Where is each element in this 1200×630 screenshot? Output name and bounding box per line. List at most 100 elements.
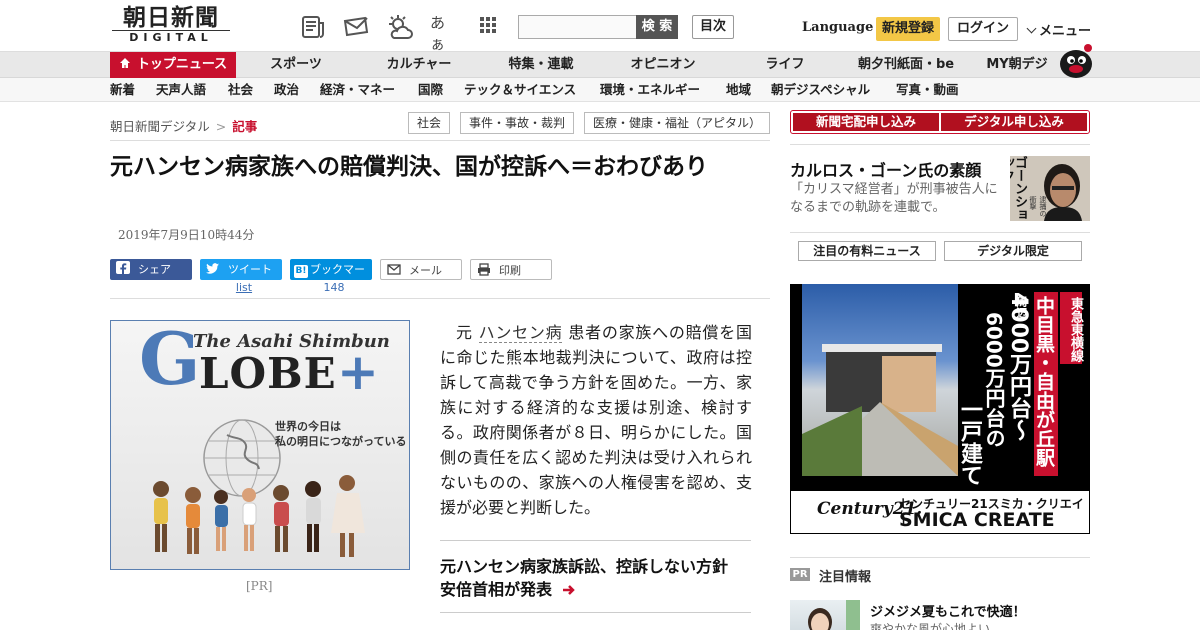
hatena-bookmark-button[interactable]: B! ブックマーク xyxy=(290,259,372,297)
globe-brand-plus: + xyxy=(337,343,379,401)
tag-incidents[interactable]: 事件・事故・裁判 xyxy=(460,112,574,134)
nav-my-asadigi[interactable]: MY朝デジ xyxy=(982,52,1052,78)
print-button[interactable]: 印刷 xyxy=(470,259,552,280)
nav-politics[interactable]: 政治 xyxy=(274,78,299,102)
font-size-icon[interactable]: あぁ xyxy=(430,12,456,53)
divider xyxy=(110,140,770,141)
twitter-icon xyxy=(206,261,220,274)
nav-features[interactable]: 特集・連載 xyxy=(500,52,582,78)
article-title: 元ハンセン病家族への賠償判決、国が控訴へ＝おわびあり xyxy=(110,154,708,180)
breadcrumb: 朝日新聞デジタル > 記事 xyxy=(110,116,257,135)
ad-line-1: 東急東横線 xyxy=(1060,292,1083,364)
nav-photo-video[interactable]: 写真・動画 xyxy=(896,78,959,102)
divider xyxy=(440,540,751,541)
nav-economy[interactable]: 経済・マネー xyxy=(320,78,395,102)
arrow-right-icon xyxy=(562,580,576,603)
article-body: 元 ハンセン病 患者の家族への賠償を国に命じた熊本地裁判決について、政府は控訴し… xyxy=(440,320,752,520)
nav-society[interactable]: 社会 xyxy=(228,78,253,102)
hatena-count[interactable]: 148 xyxy=(290,281,378,294)
nav-tenseijingo[interactable]: 天声人語 xyxy=(156,78,206,102)
nav-opinion[interactable]: オピニオン xyxy=(622,52,704,78)
mascot-icon[interactable] xyxy=(1054,42,1094,78)
nav-latest[interactable]: 新着 xyxy=(110,78,135,102)
site-logo[interactable]: 朝日新聞 DIGITAL xyxy=(112,6,230,46)
menu-button[interactable]: メニュー xyxy=(1026,20,1091,39)
house-photo xyxy=(802,284,958,476)
tag-society[interactable]: 社会 xyxy=(408,112,450,134)
tag-health[interactable]: 医療・健康・福祉（アピタル） xyxy=(584,112,770,134)
ad-line-3: 4000万円台～ xyxy=(1006,292,1031,442)
globe-tagline-1: 世界の今日は xyxy=(275,420,341,433)
feature-image[interactable]: ゴーンショック 逮捕の衝撃 xyxy=(1010,156,1090,221)
keyword-link[interactable]: ハンセン病 xyxy=(478,323,563,343)
login-button[interactable]: ログイン xyxy=(948,17,1018,41)
mail-share-button[interactable]: メール xyxy=(380,259,462,280)
twitter-share-button[interactable]: ツイート xyxy=(200,259,282,280)
divider xyxy=(110,298,770,299)
tab-digital-only[interactable]: デジタル限定 xyxy=(944,241,1082,261)
nav-life[interactable]: ライフ xyxy=(756,52,814,78)
newspaper-icon[interactable] xyxy=(300,14,326,40)
twitter-share-label: ツイート xyxy=(228,263,272,276)
nav-environment[interactable]: 環境・エネルギー xyxy=(600,78,700,102)
attention-image[interactable] xyxy=(790,600,860,630)
nav-top-news[interactable]: トップニュース xyxy=(110,52,236,78)
weather-icon[interactable] xyxy=(386,14,413,40)
breadcrumb-home[interactable]: 朝日新聞デジタル xyxy=(110,119,210,134)
ad-line-2: 中目黒・自由が丘駅周辺 xyxy=(1015,292,1058,476)
secondary-nav: 新着 天声人語 社会 政治 経済・マネー 国際 テック＆サイエンス 環境・エネル… xyxy=(0,78,1200,102)
breadcrumb-current: 記事 xyxy=(232,119,258,134)
ad-brand-en: SMICA CREATE xyxy=(899,509,1055,531)
apps-grid-icon[interactable] xyxy=(478,14,504,40)
nav-culture[interactable]: カルチャー xyxy=(380,52,458,78)
mail-icon xyxy=(387,262,401,275)
nav-sports[interactable]: スポーツ xyxy=(260,52,332,78)
related-article-link[interactable]: 元ハンセン病家族訴訟、控訴しない方針 安倍首相が発表 xyxy=(440,555,744,603)
feature-image-text: ゴーンショック xyxy=(1010,156,1027,221)
nav-special[interactable]: 朝デジスペシャル xyxy=(771,78,870,102)
body-lead: 元 xyxy=(456,323,473,342)
article-date: 2019年7月9日10時44分 xyxy=(118,228,255,242)
facebook-share-button[interactable]: シェア xyxy=(110,259,192,280)
feature-subtitle[interactable]: 「カリスマ経営者」が刑事被告人になるまでの軌跡を連載で。 xyxy=(790,181,1010,217)
globe-plus-ad[interactable]: The Asahi Shimbun G LOBE + 世界の今日は 私の明日につ… xyxy=(110,320,410,570)
toc-button[interactable]: 目次 xyxy=(692,15,734,39)
divider xyxy=(440,612,751,613)
search-input[interactable] xyxy=(518,15,638,39)
search-button[interactable]: 検 索 xyxy=(636,15,678,39)
facebook-icon xyxy=(116,261,130,275)
nav-tech-science[interactable]: テック＆サイエンス xyxy=(464,78,576,102)
ad-footer: Century21. センチュリー21スミカ・クリエイト SMICA CREAT… xyxy=(790,490,1090,534)
feature-title[interactable]: カルロス・ゴーン氏の素顔 xyxy=(790,157,981,181)
globe-brand-main: LOBE xyxy=(199,349,337,398)
subscribe-paper-button[interactable]: 新聞宅配申し込み xyxy=(793,113,939,131)
site-header: 朝日新聞 DIGITAL あぁ 検 索 目次 Language 新規登録 ログイ… xyxy=(0,0,1200,53)
real-estate-ad[interactable]: 東急東横線 中目黒・自由が丘駅周辺 4000万円台～ 6000万円台の 一戸建て… xyxy=(790,284,1090,534)
attention-heading: 注目情報 xyxy=(819,570,872,585)
mail-share-label: メール xyxy=(409,264,442,277)
ad-pr-label: [PR] xyxy=(246,579,273,593)
language-link[interactable]: Language xyxy=(802,20,873,35)
nav-papers[interactable]: 朝夕刊紙面・be xyxy=(856,52,956,78)
subscribe-box: 新聞宅配申し込み デジタル申し込み xyxy=(790,110,1090,134)
divider xyxy=(790,557,1090,558)
body-rest: 患者の家族への賠償を国に命じた熊本地裁判決について、政府は控訴して高裁で争う方針… xyxy=(440,323,752,517)
print-icon xyxy=(477,262,491,276)
globe-tagline-2: 私の明日につながっている xyxy=(275,435,407,448)
breadcrumb-separator: > xyxy=(215,119,227,134)
divider xyxy=(790,232,1090,233)
nav-region[interactable]: 地域 xyxy=(726,78,751,102)
tab-paid-news[interactable]: 注目の有料ニュース xyxy=(798,241,936,261)
attention-title[interactable]: ジメジメ夏もこれで快適！ xyxy=(870,601,1026,620)
twitter-count[interactable]: list xyxy=(200,281,288,294)
globe-brand-initial: G xyxy=(139,320,201,401)
ad-line-2-main: 中目黒・自由が丘駅 xyxy=(1033,296,1055,467)
attention-subtitle[interactable]: 爽やかな風が心地よい xyxy=(870,620,990,630)
mail-magazine-icon[interactable] xyxy=(342,14,369,40)
hatena-icon: B! xyxy=(294,265,308,278)
ad-line-4: 6000万円台の xyxy=(982,312,1006,448)
primary-nav: トップニュース スポーツ カルチャー 特集・連載 オピニオン ライフ 朝夕刊紙面… xyxy=(0,52,1200,78)
register-button[interactable]: 新規登録 xyxy=(876,17,940,41)
subscribe-digital-button[interactable]: デジタル申し込み xyxy=(941,113,1087,131)
nav-international[interactable]: 国際 xyxy=(418,78,443,102)
